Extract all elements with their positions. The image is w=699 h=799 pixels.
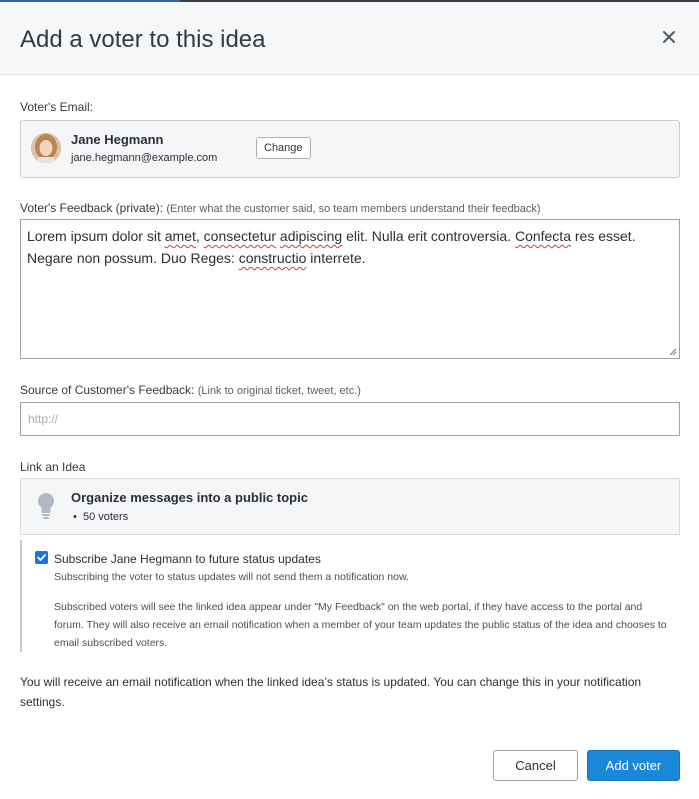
- feedback-label: Voter's Feedback (private): (Enter what …: [20, 201, 541, 215]
- avatar: [31, 133, 61, 163]
- source-hint: (Link to original ticket, tweet, etc.): [197, 385, 361, 397]
- dialog-header: Add a voter to this idea: [0, 2, 699, 75]
- source-label-text: Source of Customer's Feedback:: [20, 383, 195, 397]
- voter-email: jane.hegmann@example.com: [71, 152, 218, 164]
- feedback-textarea[interactable]: Lorem ipsum dolor sit amet, consectetur …: [20, 219, 680, 359]
- lightbulb-icon: [38, 493, 54, 519]
- voter-email-label: Voter's Email:: [20, 100, 93, 114]
- misspelled-word: adipiscing: [279, 228, 343, 244]
- idea-title: Organize messages into a public topic: [71, 490, 308, 505]
- feedback-text: Lorem ipsum dolor sit amet, consectetur …: [27, 228, 636, 266]
- source-url-input[interactable]: http://: [20, 402, 680, 436]
- source-label: Source of Customer's Feedback: (Link to …: [20, 383, 361, 397]
- notification-notice: You will receive an email notification w…: [20, 675, 642, 709]
- linked-idea-card[interactable]: Organize messages into a public topic • …: [20, 478, 680, 535]
- link-idea-label: Link an Idea: [20, 460, 86, 474]
- subscribe-note: Subscribing the voter to status updates …: [54, 571, 409, 583]
- subscribe-section: Subscribe Jane Hegmann to future status …: [20, 540, 680, 652]
- subscribe-label[interactable]: Subscribe Jane Hegmann to future status …: [54, 552, 321, 566]
- resize-handle-icon[interactable]: [669, 348, 677, 356]
- subscribe-checkbox[interactable]: [35, 551, 48, 564]
- misspelled-word: constructio: [238, 250, 307, 266]
- misspelled-word: Confecta: [514, 228, 571, 244]
- voter-card: Jane Hegmann jane.hegmann@example.com Ch…: [20, 120, 680, 178]
- misspelled-word: amet: [164, 228, 196, 244]
- misspelled-word: consectetur: [203, 228, 277, 244]
- close-icon[interactable]: [661, 29, 677, 45]
- dialog-title: Add a voter to this idea: [20, 26, 266, 53]
- feedback-hint: (Enter what the customer said, so team m…: [166, 203, 541, 215]
- idea-voters-text: 50 voters: [82, 511, 129, 523]
- idea-voter-count: • 50 voters: [73, 511, 129, 523]
- change-voter-button[interactable]: Change: [256, 137, 311, 159]
- feedback-label-text: Voter's Feedback (private):: [20, 201, 164, 215]
- subscribe-description: Subscribed voters will see the linked id…: [54, 601, 667, 649]
- add-voter-button[interactable]: Add voter: [587, 750, 680, 781]
- cancel-button[interactable]: Cancel: [493, 750, 578, 781]
- voter-name: Jane Hegmann: [71, 132, 164, 147]
